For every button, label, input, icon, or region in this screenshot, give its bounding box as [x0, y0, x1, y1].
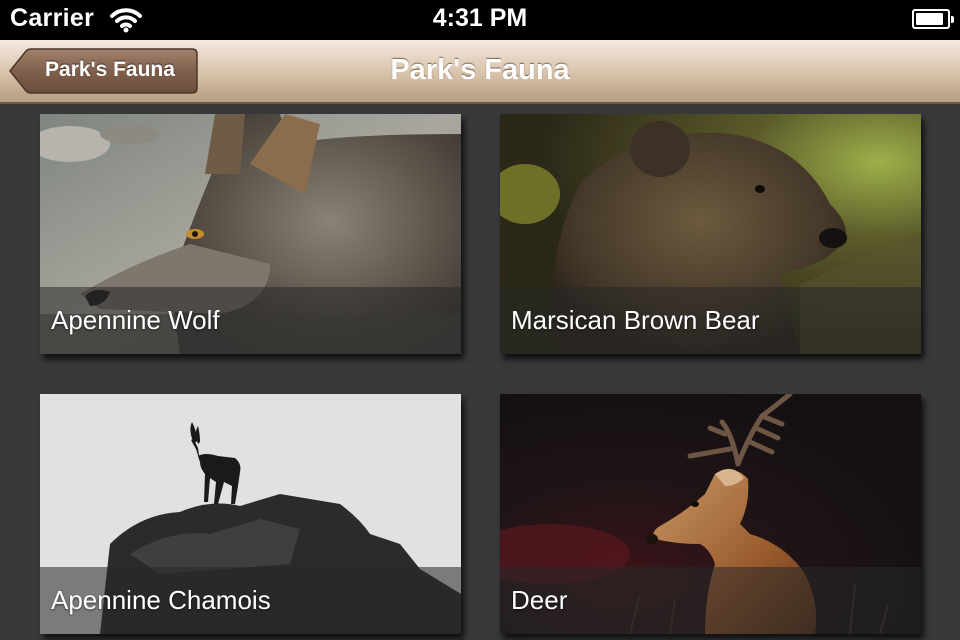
- status-time: 4:31 PM: [432, 4, 528, 32]
- card-title: Apennine Wolf: [51, 305, 220, 335]
- navigation-bar: Park's Fauna Park's Fauna: [0, 40, 960, 104]
- caption-bar: Apennine Chamois: [40, 567, 461, 634]
- status-bar: Carrier 4:31 PM: [0, 0, 960, 40]
- caption-bar: Apennine Wolf: [40, 287, 461, 354]
- battery-level: [916, 13, 943, 25]
- fauna-grid: Apennine Wolf Marsican Brown Bear Apenni…: [0, 104, 960, 640]
- card-deer[interactable]: Deer: [500, 394, 921, 634]
- card-title: Deer: [511, 585, 568, 615]
- card-marsican-brown-bear[interactable]: Marsican Brown Bear: [500, 114, 921, 354]
- caption-bar: Deer: [500, 567, 921, 634]
- card-title: Marsican Brown Bear: [511, 305, 760, 335]
- card-title: Apennine Chamois: [51, 585, 271, 615]
- caption-bar: Marsican Brown Bear: [500, 287, 921, 354]
- battery-icon: [912, 9, 954, 29]
- card-apennine-chamois[interactable]: Apennine Chamois: [40, 394, 461, 634]
- card-apennine-wolf[interactable]: Apennine Wolf: [40, 114, 461, 354]
- page-title: Park's Fauna: [390, 54, 570, 86]
